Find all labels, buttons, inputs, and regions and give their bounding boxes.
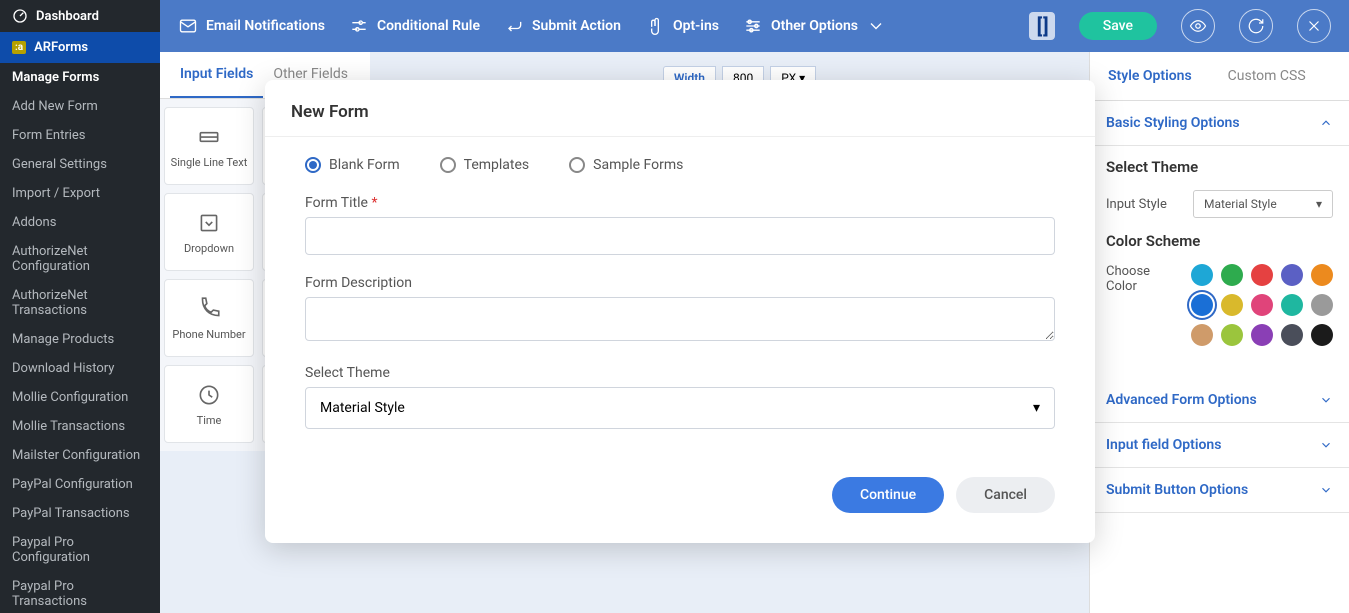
radio-templates-label: Templates: [464, 157, 530, 173]
required-star: *: [371, 195, 377, 211]
radio-circle-icon: [440, 157, 456, 173]
form-title-input[interactable]: [305, 217, 1055, 255]
select-theme-value: Material Style: [320, 400, 405, 416]
radio-circle-icon: [569, 157, 585, 173]
radio-templates[interactable]: Templates: [440, 157, 530, 173]
radio-sample-label: Sample Forms: [593, 157, 683, 173]
form-description-input[interactable]: [305, 297, 1055, 341]
select-theme-label: Select Theme: [305, 365, 1055, 381]
modal-overlay: New Form Blank Form Templates Sample For…: [0, 0, 1349, 613]
radio-sample-forms[interactable]: Sample Forms: [569, 157, 683, 173]
form-type-radios: Blank Form Templates Sample Forms: [305, 157, 1055, 173]
radio-blank-form[interactable]: Blank Form: [305, 157, 400, 173]
caret-down-icon: ▾: [1033, 400, 1040, 416]
continue-label: Continue: [860, 487, 916, 503]
continue-button[interactable]: Continue: [832, 477, 944, 513]
radio-circle-icon: [305, 157, 321, 173]
form-title-label: Form Title: [305, 195, 368, 211]
modal-title: New Form: [265, 80, 1095, 137]
radio-blank-label: Blank Form: [329, 157, 400, 173]
new-form-modal: New Form Blank Form Templates Sample For…: [265, 80, 1095, 543]
cancel-label: Cancel: [984, 487, 1027, 503]
cancel-button[interactable]: Cancel: [956, 477, 1055, 513]
select-theme-dropdown[interactable]: Material Style ▾: [305, 387, 1055, 429]
form-description-label: Form Description: [305, 275, 1055, 291]
